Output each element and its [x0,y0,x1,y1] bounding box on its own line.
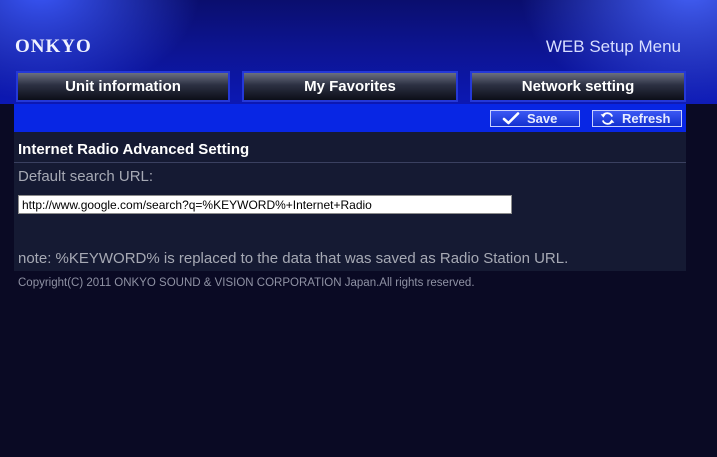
keyword-note: note: %KEYWORD% is replaced to the data … [18,250,569,267]
refresh-icon [598,112,616,125]
refresh-label: Refresh [622,111,671,126]
copyright-text: Copyright(C) 2011 ONKYO SOUND & VISION C… [18,277,475,289]
tab-unit-information[interactable]: Unit information [16,71,230,102]
app-title: WEB Setup Menu [545,37,681,56]
save-button[interactable]: Save [490,110,580,127]
check-icon [501,112,521,125]
settings-panel: Internet Radio Advanced Setting Default … [14,132,686,271]
section-title: Internet Radio Advanced Setting [18,141,250,158]
toolbar: Save Refresh [14,104,686,132]
refresh-button[interactable]: Refresh [592,110,682,127]
onkyo-logo: ONKYO [15,36,92,57]
tab-label: My Favorites [304,78,396,95]
tab-network-setting[interactable]: Network setting [470,71,686,102]
tab-my-favorites[interactable]: My Favorites [242,71,458,102]
tab-label: Unit information [65,78,181,95]
header: ONKYO WEB Setup Menu Unit information My… [0,0,717,104]
divider [14,162,686,163]
search-url-label: Default search URL: [18,168,154,185]
save-label: Save [527,111,558,126]
search-url-input[interactable] [18,195,512,214]
tab-label: Network setting [521,78,635,95]
